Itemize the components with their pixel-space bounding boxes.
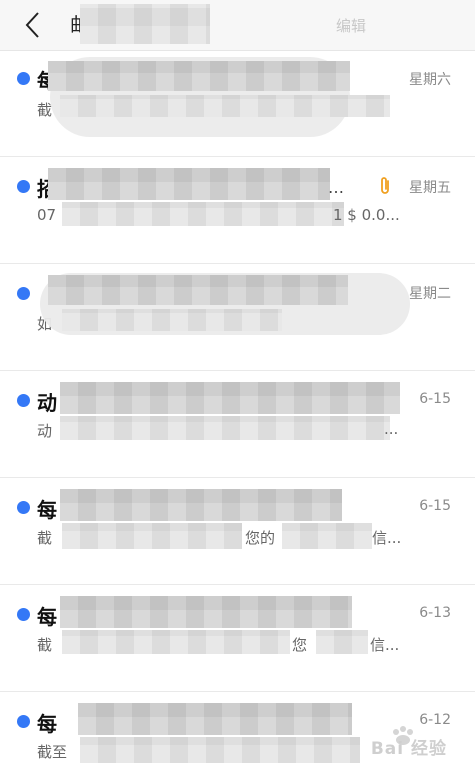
redacted-preview [80,737,360,763]
paperclip-icon [381,177,389,194]
message-date: 6-15 [419,391,451,407]
unread-dot-icon [17,394,30,407]
redacted-subject [60,489,342,521]
list-item[interactable]: 每 截 6-15 您的 信... [0,479,475,585]
redacted-subject [78,703,352,735]
message-date: 6-12 [419,712,451,728]
message-subject: 每 [37,498,57,522]
redacted-preview [62,309,282,331]
message-preview: 截 [37,636,53,654]
message-date: 星期二 [409,286,451,302]
list-item[interactable]: 每 截 星期六 [0,51,475,157]
redacted-preview [60,95,390,117]
unread-dot-icon [17,608,30,621]
message-subject: 动 [37,391,57,415]
message-date: 星期六 [409,72,451,88]
preview-fragment: 您的 [245,529,276,547]
preview-fragment: 1 $ 0.0... [333,206,400,224]
preview-fragment: 您 [292,636,308,654]
message-preview: 截 [37,529,53,547]
message-date: 6-15 [419,498,451,514]
unread-dot-icon [17,715,30,728]
message-date: 星期五 [409,180,451,196]
edit-button[interactable]: 编辑 [336,15,366,36]
redacted-preview [62,202,344,226]
message-preview: 07 [37,206,57,224]
nav-bar: 邮 编辑 [0,0,475,51]
back-button[interactable] [22,10,48,40]
message-subject: 每 [37,712,57,736]
message-preview: 动 [37,422,53,440]
preview-fragment: 信... [370,636,400,654]
preview-fragment: 信... [372,529,402,547]
list-item[interactable]: 动 动 6-15 ... [0,372,475,478]
redacted-subject [48,168,330,200]
list-item[interactable]: 招 07 星期五 … 1 $ 0.0... [0,158,475,264]
watermark: Bai 经验 [370,739,447,759]
message-preview: 截至 [37,743,68,761]
message-date: 6-13 [419,605,451,621]
message-subject: 每 [37,605,57,629]
redacted-title [80,4,210,44]
unread-dot-icon [17,72,30,85]
unread-dot-icon [17,180,30,193]
unread-dot-icon [17,287,30,300]
list-item[interactable]: 每 截 6-13 您 信... [0,586,475,692]
preview-fragment: ... [384,420,399,438]
redacted-subject [48,61,350,91]
chevron-left-icon [25,12,39,38]
redacted-preview [62,630,290,654]
list-item[interactable]: 如 星期二 [0,265,475,371]
redacted-subject [48,275,348,305]
redacted-preview [60,416,390,440]
redacted-subject [60,596,352,628]
unread-dot-icon [17,501,30,514]
redacted-preview [62,523,242,549]
redacted-subject [60,382,400,414]
mail-app-screen: 邮 编辑 每 截 星期六 招 07 星期五 … 1 $ 0.0... [0,0,475,781]
